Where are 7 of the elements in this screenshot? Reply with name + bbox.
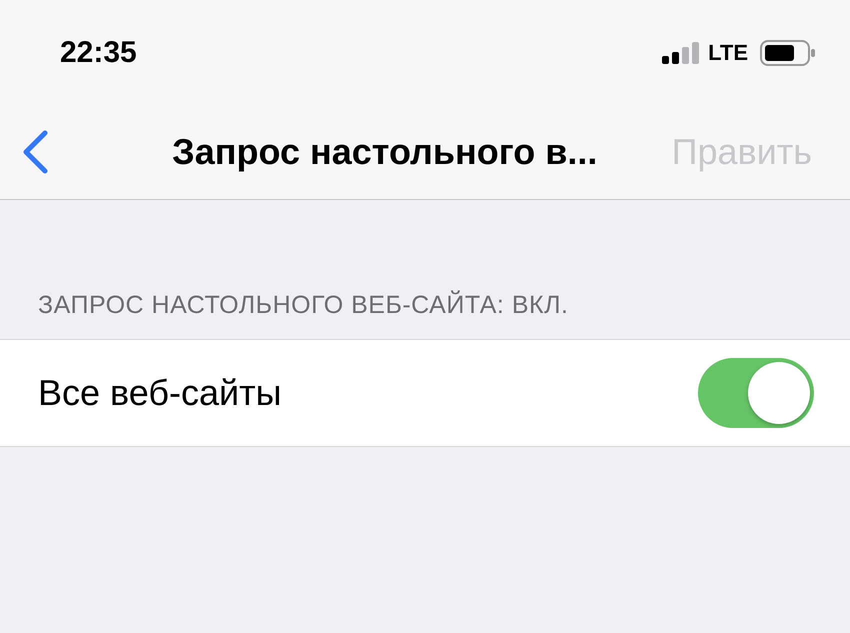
row-label: Все веб-сайты [38,370,282,414]
signal-icon [662,42,700,64]
nav-title: Запрос настольного в... [172,130,598,174]
network-label: LTE [708,39,748,67]
battery-icon [760,40,816,66]
section-header: ЗАПРОС НАСТОЛЬНОГО ВЕБ-САЙТА: ВКЛ. [37,289,570,321]
status-time: 22:35 [60,35,137,71]
